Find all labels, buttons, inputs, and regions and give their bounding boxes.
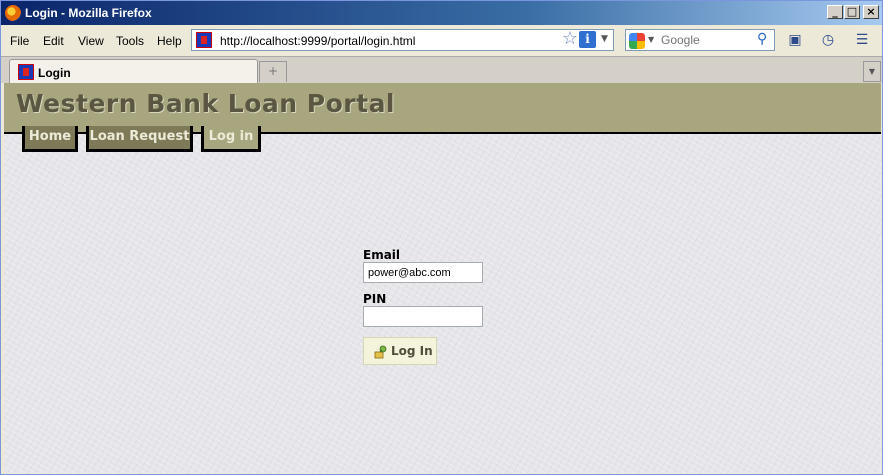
chevron-down-icon[interactable]: ▼ <box>601 34 608 44</box>
page-viewport: Western Bank Loan Portal Home Loan Reque… <box>4 83 881 473</box>
new-tab-button[interactable]: + <box>259 61 287 82</box>
menu-view[interactable]: View <box>78 34 104 48</box>
tab-title: Login <box>38 66 71 80</box>
menu-tools[interactable]: Tools <box>116 34 144 48</box>
menu-help[interactable]: Help <box>157 34 182 48</box>
key-icon <box>374 345 387 359</box>
url-bar[interactable]: http://localhost:9999/portal/login.html <box>191 29 614 51</box>
favicon-icon <box>18 64 34 80</box>
nav-home[interactable]: Home <box>22 126 78 152</box>
pin-field[interactable] <box>363 306 483 327</box>
email-field[interactable] <box>363 262 483 283</box>
title-bar[interactable]: Login - Mozilla Firefox _ □ × <box>1 1 882 25</box>
maximize-button[interactable]: □ <box>844 5 860 19</box>
url-text[interactable]: http://localhost:9999/portal/login.html <box>220 34 415 48</box>
magnifier-icon[interactable]: ⚲ <box>757 31 773 47</box>
window-title: Login - Mozilla Firefox <box>25 6 152 20</box>
star-icon[interactable]: ☆ <box>561 30 579 48</box>
browser-window: Login - Mozilla Firefox _ □ × File Edit … <box>0 0 883 475</box>
nav-log-in[interactable]: Log in <box>201 126 261 152</box>
tab-list-button[interactable]: ▼ <box>863 61 881 82</box>
menu-file[interactable]: File <box>10 34 29 48</box>
info-icon[interactable]: i <box>579 31 596 48</box>
nav-loan-request[interactable]: Loan Request <box>86 126 193 152</box>
minimize-button[interactable]: _ <box>827 5 843 19</box>
tab-strip: Login + ▼ <box>1 56 882 84</box>
google-icon <box>629 33 645 49</box>
bookmark-icon[interactable]: ▣ <box>785 30 805 50</box>
email-label: Email <box>363 248 401 262</box>
site-title: Western Bank Loan Portal <box>16 89 396 118</box>
login-button-label: Log In <box>391 344 433 358</box>
firefox-icon <box>5 5 21 21</box>
tab-login[interactable]: Login <box>9 59 258 84</box>
menu-edit[interactable]: Edit <box>43 34 64 48</box>
login-button[interactable]: Log In <box>363 337 437 365</box>
chevron-down-icon: ▼ <box>648 35 655 44</box>
search-engine-selector[interactable]: ▼ <box>625 29 657 51</box>
pin-label: PIN <box>363 292 387 306</box>
close-button[interactable]: × <box>863 5 879 19</box>
page-icon[interactable]: ☰ <box>852 30 872 50</box>
favicon-icon <box>196 32 212 48</box>
history-icon[interactable]: ◷ <box>818 30 838 50</box>
